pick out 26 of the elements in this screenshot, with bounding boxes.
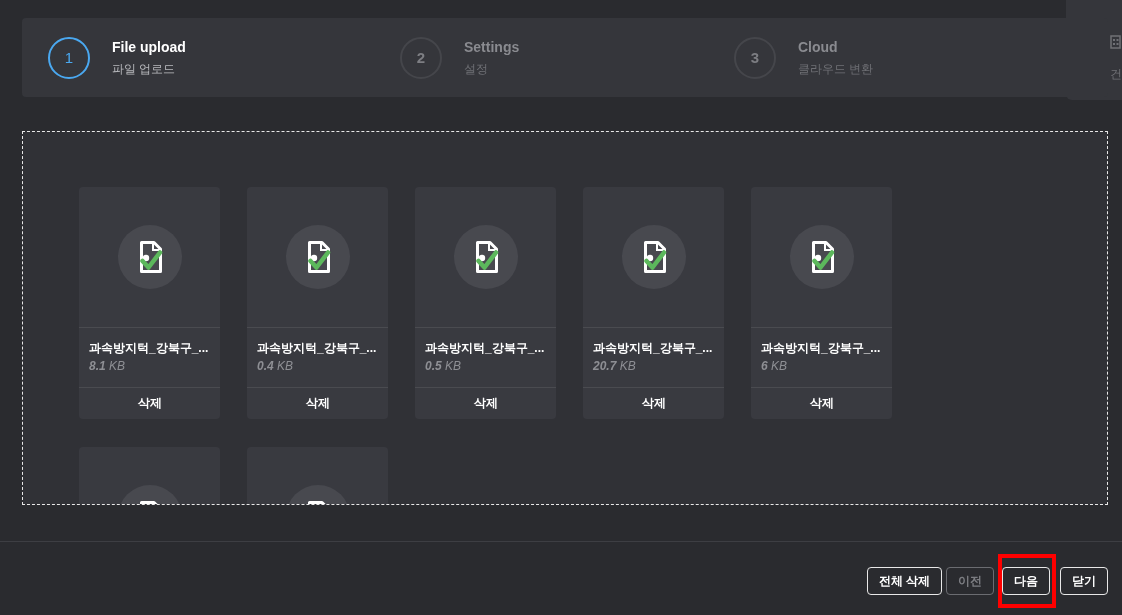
footer-button[interactable]: 전체 삭제 [866,567,942,595]
file-size: 8.1 KB [89,358,126,375]
delete-button[interactable]: 삭제 [79,387,220,419]
delete-button[interactable]: 삭제 [415,387,556,419]
file-name: 과속방지턱_강북구_... [257,340,377,357]
file-size: 6 KB [761,358,788,375]
file-size: 20.7 KB [593,358,636,375]
step-title: Settings [464,37,520,57]
file-size: 0.4 KB [257,358,294,375]
step-subtitle: 파일 업로드 [112,60,177,78]
step-number: 1 [48,36,90,79]
building-icon [1110,33,1122,49]
footer-button[interactable]: 다음 [1002,567,1050,595]
file-size: 0.5 KB [425,358,462,375]
delete-button[interactable]: 삭제 [247,387,388,419]
file-name: 과속방지턱_강북구_... [425,340,545,357]
step-number: 2 [400,36,442,79]
step-title: Cloud [798,37,839,57]
file-name: 과속방지턱_강북구_... [593,340,713,357]
file-name: 과속방지턱_강북구_... [761,340,881,357]
delete-button[interactable]: 삭제 [751,387,892,419]
footer-button[interactable]: 닫기 [1060,567,1108,595]
file-name: 과속방지턱_강북구_... [89,340,209,357]
step-title: File upload [112,37,186,57]
delete-button[interactable]: 삭제 [583,387,724,419]
step-number: 3 [734,36,776,79]
